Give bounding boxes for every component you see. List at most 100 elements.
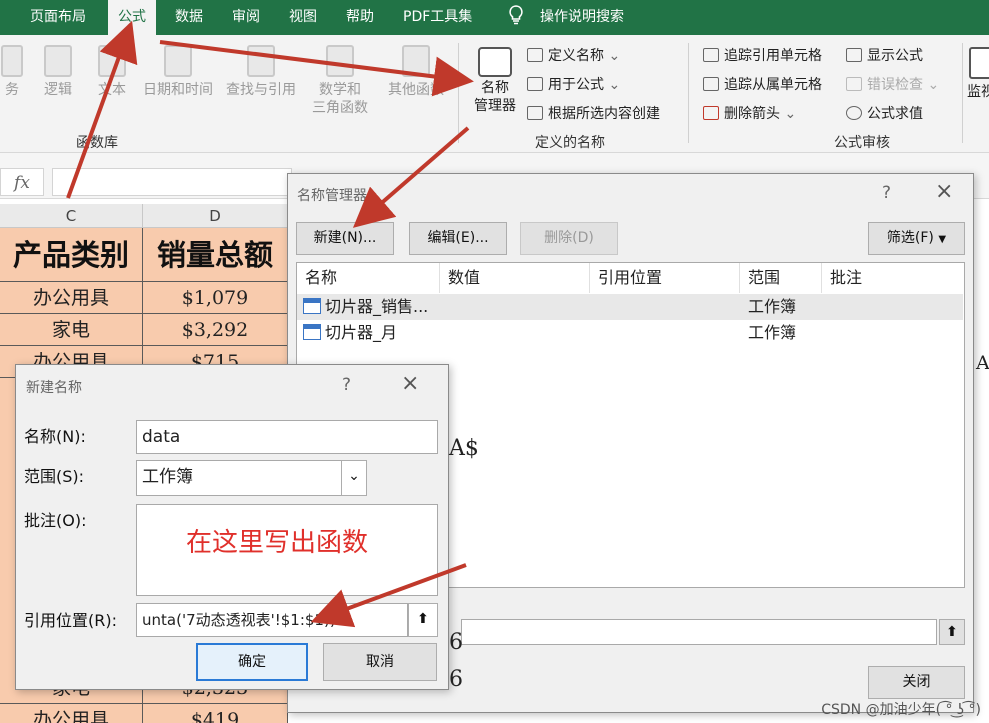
dropdown-caret-icon: ▼ [938,234,947,245]
name-input[interactable]: data [136,420,438,454]
list-item[interactable]: 切片器_月 工作簿 [297,320,963,346]
new-name-button[interactable]: 新建(N)... [296,222,394,255]
ribbon-tab-bar: 页面布局 公式 数据 审阅 视图 帮助 PDF工具集 操作说明搜索 [0,0,989,35]
close-dialog-button[interactable]: 关闭 [868,666,965,699]
tab-review[interactable]: 审阅 [232,0,260,35]
math-icon [326,45,354,77]
tell-me-search[interactable]: 操作说明搜索 [540,0,624,35]
help-icon[interactable]: ? [342,375,351,395]
trace-precedents-button[interactable]: 追踪引用单元格 [703,45,822,65]
table-cell[interactable]: $419 [143,704,288,723]
ok-button[interactable]: 确定 [196,643,308,681]
use-in-formula-button[interactable]: 用于公式 ⌄ [527,74,620,94]
lightbulb-icon [508,0,524,35]
list-item[interactable]: 切片器_销售... 工作簿 [297,294,963,320]
formula-input[interactable] [52,168,292,196]
show-formulas-button[interactable]: 显示公式 [846,45,923,65]
watch-window-icon [969,47,989,79]
partial-cell-text: A [976,352,989,374]
logical-button[interactable]: 逻辑 [38,45,78,99]
trace-dependents-icon [703,77,719,91]
error-checking-icon [846,77,862,91]
table-cell[interactable]: 家电 [0,314,143,346]
date-time-button[interactable]: 日期和时间 [140,45,216,99]
tab-help[interactable]: 帮助 [346,0,374,35]
group-separator [688,43,689,143]
help-icon[interactable]: ? [882,183,891,203]
header-cell-category[interactable]: 产品类别 [0,228,143,282]
partial-cell-text: A$ [449,436,479,461]
refers-to-label: 引用位置(R): [24,611,117,630]
name-manager-icon [478,47,512,77]
cancel-button[interactable]: 取消 [323,643,437,681]
math-trig-button[interactable]: 数学和 三角函数 [304,45,376,117]
trace-precedents-icon [703,48,719,62]
evaluate-formula-icon [846,106,862,120]
hint-annotation: 在这里写出函数 [186,528,369,558]
error-checking-button[interactable]: 错误检查 ⌄ [846,74,939,94]
upload-arrow-icon: ⬆ [417,611,429,627]
show-formulas-icon [846,48,862,62]
lookup-reference-button[interactable]: 查找与引用 [222,45,300,99]
insert-function-button[interactable]: fx [0,168,44,196]
edit-name-button[interactable]: 编辑(E)... [409,222,507,255]
group-separator [962,43,963,143]
create-from-selection-icon [527,106,543,120]
refers-to-input[interactable]: unta('7动态透视表'!$1:$1)) [136,603,408,637]
column-header-refers-to[interactable]: 引用位置 [590,263,740,293]
calendar-icon [164,45,192,77]
define-name-icon [527,48,543,62]
collapse-dialog-button[interactable]: ⬆ [939,619,965,645]
partial-cell-text: 6 [449,630,463,655]
define-name-button[interactable]: 定义名称 ⌄ [527,45,620,65]
table-icon [303,324,321,340]
chevron-down-icon[interactable]: ⌄ [341,460,367,496]
tab-page-layout[interactable]: 页面布局 [30,0,86,35]
partial-cell-text: 6 [449,667,463,692]
column-header-name[interactable]: 名称 [297,263,440,293]
ribbon-formulas: 务 逻辑 文本 日期和时间 查找与引用 数学和 三角函数 其他函数 函数库 名称… [0,35,989,153]
create-from-selection-button[interactable]: 根据所选内容创建 [527,103,660,123]
close-icon[interactable]: × [401,371,419,396]
refers-to-field[interactable] [461,619,937,645]
remove-arrows-button[interactable]: 删除箭头 ⌄ [703,103,796,123]
header-cell-sales[interactable]: 销量总额 [143,228,288,282]
name-label: 名称(N): [24,427,86,446]
financial-icon [1,45,23,77]
tab-formulas[interactable]: 公式 [108,0,156,35]
column-header-value[interactable]: 数值 [440,263,590,293]
formula-auditing-label: 公式审核 [834,135,890,151]
watch-window-button[interactable]: 监视 [966,47,989,101]
table-cell[interactable]: 办公用具 [0,282,143,314]
comment-label: 批注(O): [24,511,87,530]
more-functions-icon [402,45,430,77]
remove-arrows-icon [703,106,719,120]
more-functions-button[interactable]: 其他函数 [384,45,448,99]
delete-name-button[interactable]: 删除(D) [520,222,618,255]
tab-view[interactable]: 视图 [289,0,317,35]
column-header-c[interactable]: C [0,204,143,228]
scope-select[interactable]: 工作簿 [136,460,367,496]
financial-button[interactable]: 务 [0,45,30,99]
name-manager-button[interactable]: 名称 管理器 [468,47,522,115]
text-icon [98,45,126,77]
trace-dependents-button[interactable]: 追踪从属单元格 [703,74,822,94]
filter-button[interactable]: 筛选(F) ▼ [868,222,965,255]
collapse-dialog-button[interactable]: ⬆ [408,603,438,637]
tab-pdf-tools[interactable]: PDF工具集 [403,0,472,35]
evaluate-formula-button[interactable]: 公式求值 [846,103,923,123]
column-header-d[interactable]: D [143,204,288,228]
column-header-scope[interactable]: 范围 [740,263,822,293]
new-name-dialog: 新建名称 ? × 名称(N): data 范围(S): 工作簿 ⌄ 批注(O):… [15,364,449,690]
logical-icon [44,45,72,77]
tab-data[interactable]: 数据 [175,0,203,35]
table-cell[interactable]: $1,079 [143,282,288,314]
fx-icon [527,77,543,91]
table-icon [303,298,321,314]
close-icon[interactable]: × [935,179,953,204]
column-header-comment[interactable]: 批注 [822,263,964,293]
text-button[interactable]: 文本 [92,45,132,99]
watermark: CSDN @加油少年( ͡° ͜ʖ ͡°) [821,702,981,718]
table-cell[interactable]: 办公用具 [0,704,143,723]
table-cell[interactable]: $3,292 [143,314,288,346]
